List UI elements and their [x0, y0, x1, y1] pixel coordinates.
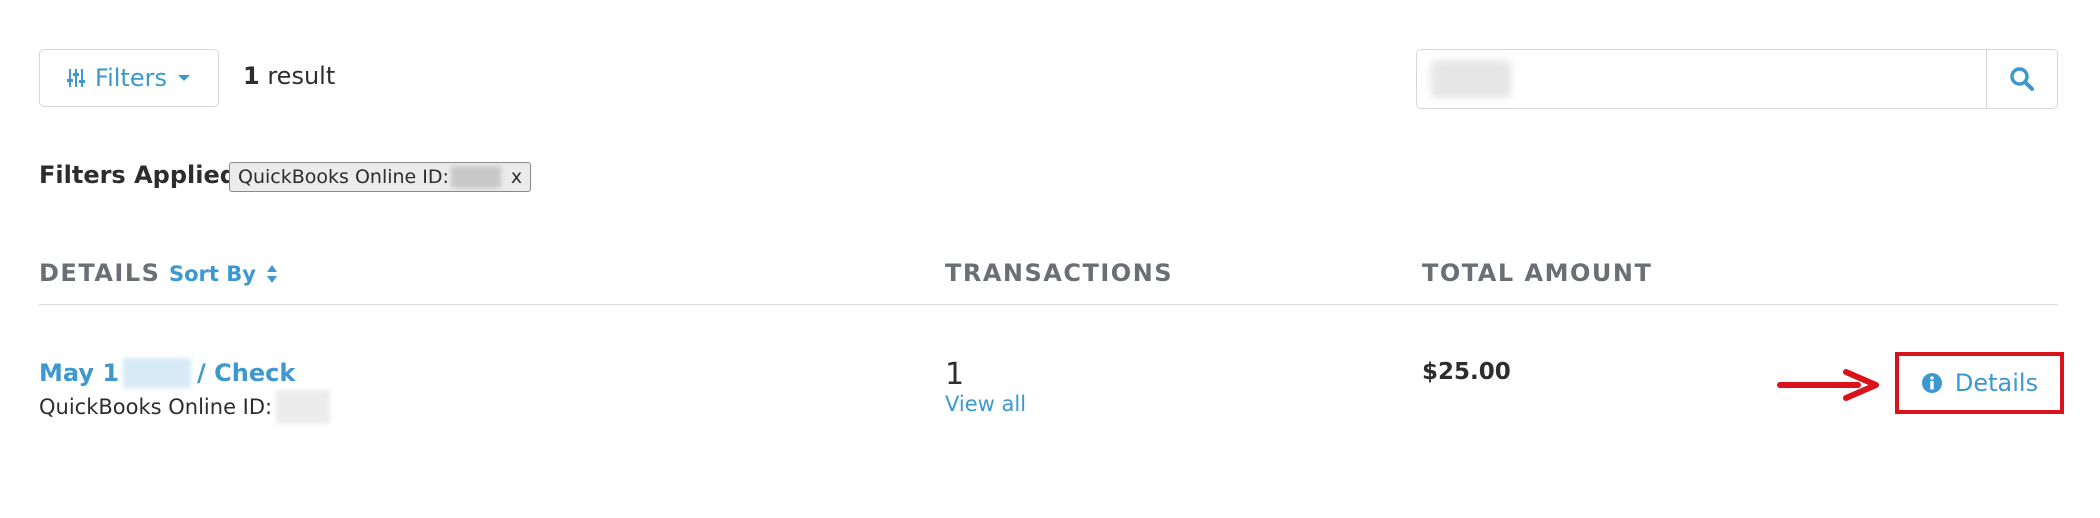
sort-by-button[interactable]: Sort By: [169, 262, 278, 286]
transactions-count: 1: [945, 357, 965, 392]
search-input-container: [1417, 50, 1986, 108]
redacted-date: [123, 358, 192, 388]
sliders-icon: [67, 69, 86, 87]
transaction-subtitle: QuickBooks Online ID:: [39, 390, 331, 424]
search-bar: [1416, 49, 2058, 109]
sort-by-label: Sort By: [169, 262, 256, 286]
right-arrow-icon: [1777, 369, 1879, 401]
caret-down-icon: [177, 75, 190, 81]
filters-button[interactable]: Filters: [39, 49, 219, 107]
search-icon: [2010, 67, 2034, 91]
search-button[interactable]: [1986, 50, 2057, 108]
redacted-filter-value: [450, 166, 501, 188]
result-count: 1 result: [243, 62, 335, 90]
result-count-text: result: [267, 62, 336, 90]
result-count-number: 1: [243, 62, 260, 90]
column-header-transactions: TRANSACTIONS: [945, 259, 1174, 287]
quickbooks-id-label: QuickBooks Online ID:: [39, 395, 273, 419]
header-divider: [39, 304, 2058, 305]
transaction-title-link[interactable]: May 1 / Check: [39, 358, 295, 388]
column-header-total-amount: TOTAL AMOUNT: [1422, 259, 1653, 287]
filters-label: Filters: [95, 64, 167, 92]
transaction-title-suffix: / Check: [197, 359, 296, 387]
filter-chip: QuickBooks Online ID: x: [229, 162, 532, 192]
info-circle-icon: [1921, 373, 1942, 393]
redacted-search-text: [1431, 60, 1511, 98]
details-button-label: Details: [1954, 369, 2039, 397]
view-all-link[interactable]: View all: [945, 392, 1026, 416]
column-header-details: DETAILS: [39, 259, 161, 287]
filters-applied-label: Filters Applied:: [39, 161, 247, 189]
filter-chip-label: QuickBooks Online ID:: [238, 166, 449, 188]
filter-chip-remove-button[interactable]: x: [511, 166, 522, 188]
sort-icon: [266, 265, 277, 283]
redacted-quickbooks-id: [276, 390, 331, 424]
details-button[interactable]: Details: [1895, 352, 2064, 414]
total-amount-value: $25.00: [1422, 359, 1511, 385]
transaction-title-prefix: May 1: [39, 359, 120, 387]
